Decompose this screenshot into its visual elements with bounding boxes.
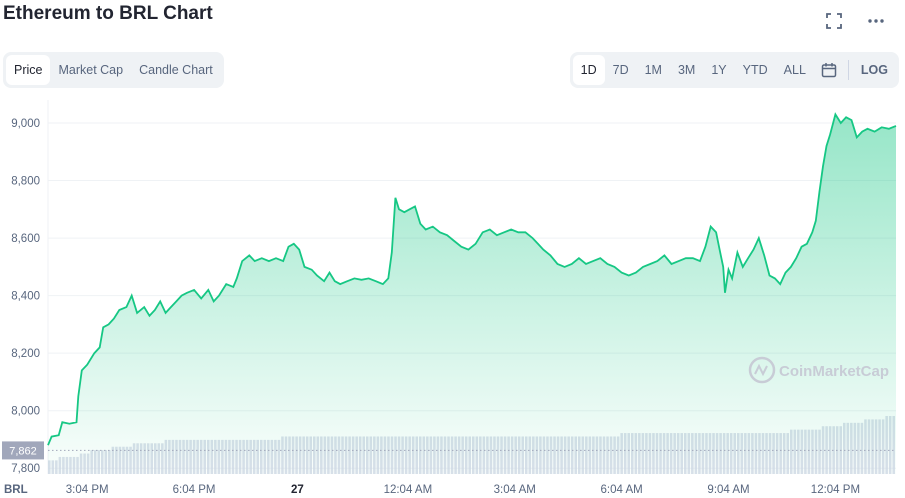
x-tick-label: 3:04 PM bbox=[66, 484, 109, 496]
y-tick-label: 8,400 bbox=[11, 291, 40, 303]
price-area bbox=[48, 114, 896, 475]
x-tick-label: 3:04 AM bbox=[494, 484, 536, 496]
x-tick-label: 9:04 AM bbox=[707, 484, 749, 496]
x-tick-label: 6:04 AM bbox=[601, 484, 643, 496]
y-tick-label: 7,800 bbox=[11, 463, 40, 475]
x-tick-label: 27 bbox=[291, 484, 304, 496]
y-tick-label: 8,200 bbox=[11, 348, 40, 360]
current-price-label: 7,862 bbox=[9, 445, 37, 457]
x-tick-label: 6:04 PM bbox=[173, 484, 216, 496]
price-chart[interactable]: CoinMarketCap 7,800 8,000 8,200 8,400 8,600 8… bbox=[0, 0, 905, 498]
x-tick-label: 12:04 PM bbox=[811, 484, 860, 496]
x-tick-label: 12:04 AM bbox=[384, 484, 433, 496]
y-tick-label: 8,800 bbox=[11, 176, 40, 188]
y-tick-label: 9,000 bbox=[11, 118, 40, 130]
watermark-text: CoinMarketCap bbox=[779, 363, 889, 380]
y-tick-label: 8,600 bbox=[11, 233, 40, 245]
y-tick-label: 8,000 bbox=[11, 406, 40, 418]
currency-label: BRL bbox=[4, 484, 28, 496]
